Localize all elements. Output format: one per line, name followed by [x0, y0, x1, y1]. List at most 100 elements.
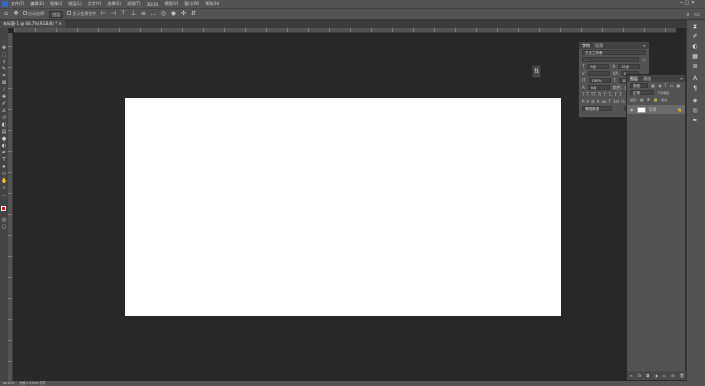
foreground-color-swatch[interactable] — [1, 206, 6, 211]
baseline-field[interactable]: 0点 — [587, 85, 610, 90]
history-brush-icon[interactable]: ↺ — [1, 116, 7, 121]
lock-position-icon[interactable]: ✥ — [647, 97, 650, 102]
lock-all-icon[interactable]: 🔒 — [653, 97, 658, 102]
fractions-button[interactable]: 1st — [613, 99, 619, 104]
delete-layer-icon[interactable]: 🗑 — [679, 373, 684, 378]
photoshop-logo[interactable] — [2, 1, 8, 7]
alternates-button[interactable]: A — [597, 99, 600, 104]
menu-edit[interactable]: 编辑(E) — [30, 1, 44, 7]
align-top-icon[interactable]: ⊥ — [130, 11, 136, 17]
leading-field[interactable]: 12点 — [618, 64, 641, 69]
new-layer-icon[interactable]: ⊞ — [671, 373, 674, 378]
link-layers-icon[interactable]: ∞ — [629, 373, 632, 378]
align-right-icon[interactable]: ⊤ — [120, 11, 126, 17]
menu-type[interactable]: 文字(Y) — [88, 1, 102, 7]
collapsed-panel-icon[interactable]: ⇅ — [532, 65, 541, 78]
pen-tool-icon[interactable]: ✒ — [1, 151, 7, 156]
move-tool-icon[interactable]: ✥ — [1, 46, 7, 51]
more-tools-icon[interactable]: … — [1, 193, 7, 198]
filter-pixel-icon[interactable]: ▦ — [651, 83, 655, 88]
new-group-icon[interactable]: ▭ — [663, 373, 667, 378]
font-family-select[interactable]: 方正兰亭黑 — [582, 50, 646, 55]
auto-select-dropdown[interactable]: 图层 — [49, 10, 64, 18]
paths-icon[interactable]: ✒ — [691, 118, 699, 124]
3d-rotate-icon[interactable]: ◉ — [170, 11, 176, 17]
clone-stamp-icon[interactable]: ♙ — [1, 109, 7, 114]
show-transform-checkbox[interactable]: 显示变换控件 — [67, 11, 96, 17]
paragraph-icon[interactable]: ¶ — [691, 86, 699, 92]
underline-button[interactable]: T — [615, 92, 617, 97]
eyedropper-tool-icon[interactable]: ⁄ — [1, 88, 7, 93]
color-icon[interactable]: ◐ — [691, 44, 699, 50]
document-tab[interactable]: 未标题-1 @ 66.7%(RGB/8) * × — [0, 20, 65, 28]
3d-pan-icon[interactable]: ✣ — [180, 11, 186, 17]
blur-tool-icon[interactable]: ● — [1, 137, 7, 142]
history-icon[interactable]: ⧗ — [691, 24, 699, 30]
font-size-field[interactable]: 9点 — [587, 64, 610, 69]
layer-kind-filter[interactable]: 类型 — [630, 83, 648, 88]
gradient-tool-icon[interactable]: ▤ — [1, 130, 7, 135]
3d-slide-icon[interactable]: ⇵ — [190, 11, 196, 17]
menu-3d[interactable]: 3D(D) — [147, 2, 159, 7]
more-icon[interactable]: … — [150, 11, 156, 17]
frame-tool-icon[interactable]: ⊠ — [1, 81, 7, 86]
menu-help[interactable]: 帮助(H) — [205, 1, 219, 7]
faux-italic-button[interactable]: T — [586, 92, 588, 97]
lasso-tool-icon[interactable]: ↄ — [1, 60, 7, 65]
panel-menu-icon[interactable]: ≡ — [643, 43, 646, 48]
close-tab-icon[interactable]: × — [58, 21, 61, 26]
tab-paragraph[interactable]: 段落 — [595, 43, 603, 49]
align-left-icon[interactable]: ⊢ — [100, 11, 106, 17]
filter-smart-icon[interactable]: ▣ — [677, 83, 681, 88]
auto-select-checkbox[interactable]: 自动选择: — [23, 11, 45, 17]
type-tool-icon[interactable]: T — [1, 158, 7, 163]
zoom-tool-icon[interactable]: ⌕ — [1, 186, 7, 191]
lock-pixels-icon[interactable]: ▦ — [640, 97, 644, 102]
character-icon[interactable]: A — [691, 76, 699, 82]
superscript-button[interactable]: T' — [603, 92, 607, 97]
titling-button[interactable]: aa — [601, 99, 606, 104]
swash-button[interactable]: st — [591, 99, 595, 104]
quick-select-tool-icon[interactable]: ✎ — [1, 67, 7, 72]
zoom-level[interactable]: 66.67% — [3, 381, 14, 385]
tab-channels[interactable]: 通道 — [643, 76, 651, 82]
blend-mode-select[interactable]: 正常 — [630, 90, 654, 95]
adjustment-layer-icon[interactable]: ◑ — [654, 373, 658, 378]
layer-name[interactable]: 背景 — [649, 107, 657, 113]
layer-row-background[interactable]: ◉ 背景 🔒 — [627, 105, 685, 114]
filter-type-icon[interactable]: T — [664, 83, 666, 88]
small-caps-button[interactable]: Tr — [598, 92, 602, 97]
home-icon[interactable]: ⌂ — [3, 11, 9, 17]
tab-layers[interactable]: 图层 — [630, 76, 638, 82]
eraser-tool-icon[interactable]: ◧ — [1, 123, 7, 128]
move-tool-icon[interactable]: ✥ — [13, 11, 19, 17]
crop-tool-icon[interactable]: ⌗ — [1, 74, 7, 79]
quick-mask-icon[interactable]: ◎ — [1, 218, 7, 223]
brush-tool-icon[interactable]: ✐ — [1, 102, 7, 107]
faux-bold-button[interactable]: T — [582, 92, 584, 97]
search-icon[interactable]: ⌕ — [685, 12, 691, 18]
properties-icon[interactable]: ≣ — [691, 64, 699, 70]
document-canvas[interactable] — [125, 98, 561, 316]
add-mask-icon[interactable]: ◘ — [646, 373, 649, 378]
vertical-scale-field[interactable]: 100% — [588, 78, 611, 83]
discretionary-button[interactable]: σ — [587, 99, 590, 104]
marquee-tool-icon[interactable]: ⬚ — [1, 53, 7, 58]
window-controls[interactable]: ─ ▢ ✕ — [680, 0, 695, 6]
swatches-icon[interactable]: ▦ — [691, 54, 699, 60]
menu-window[interactable]: 窗口(W) — [184, 1, 199, 7]
tab-character[interactable]: 字符 — [582, 43, 590, 49]
kerning-field[interactable] — [587, 71, 610, 76]
ligature-button[interactable]: fi — [582, 99, 585, 104]
font-style-select[interactable]: - — [582, 57, 640, 62]
menu-file[interactable]: 文件(F) — [11, 1, 24, 7]
ordinals-button[interactable]: T — [608, 99, 610, 104]
menu-layer[interactable]: 图层(L) — [68, 1, 81, 7]
all-caps-button[interactable]: TT — [591, 92, 596, 97]
screen-mode-icon[interactable]: ▢ — [1, 225, 7, 230]
visibility-eye-icon[interactable]: ◉ — [630, 107, 634, 112]
path-select-icon[interactable]: ➤ — [1, 165, 7, 170]
strikethrough-button[interactable]: T — [619, 92, 621, 97]
healing-brush-icon[interactable]: ✚ — [1, 95, 7, 100]
channels-icon[interactable]: ◎ — [691, 108, 699, 114]
